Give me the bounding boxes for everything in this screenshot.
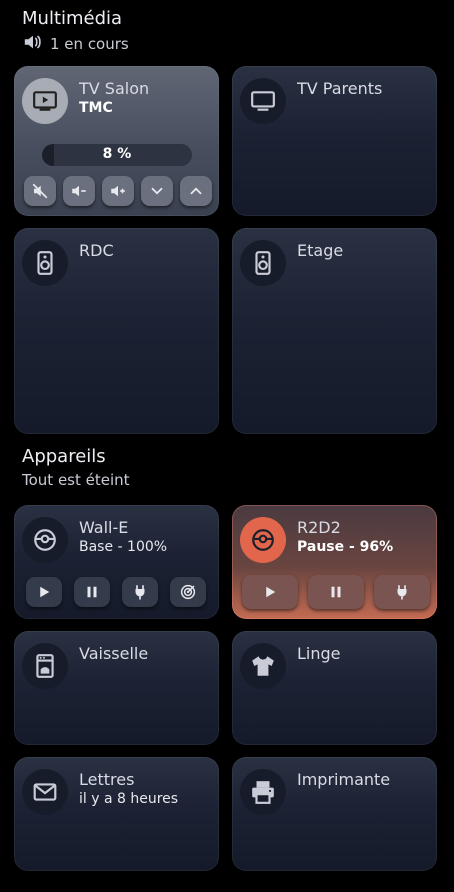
section-title-multimedia: Multimédia bbox=[22, 8, 123, 29]
pause-icon bbox=[87, 586, 97, 598]
tshirt-icon bbox=[252, 656, 274, 676]
tile-status: Base - 100% bbox=[79, 539, 168, 555]
volume-up-button[interactable] bbox=[102, 176, 134, 206]
volume-off-icon bbox=[32, 183, 48, 199]
tile-title: Lettres bbox=[79, 770, 135, 789]
printer-icon bbox=[252, 781, 274, 804]
tile-title: Imprimante bbox=[297, 770, 391, 789]
return-to-base-button[interactable] bbox=[374, 575, 430, 609]
tile-lettres[interactable]: Lettres il y a 8 heures bbox=[14, 757, 219, 871]
dishwasher-icon-circle bbox=[22, 643, 68, 689]
volume-progress-label: 8 % bbox=[102, 146, 132, 162]
plug-icon bbox=[135, 585, 145, 600]
play-icon bbox=[40, 586, 50, 598]
mute-button[interactable] bbox=[24, 176, 56, 206]
tile-rdc[interactable]: RDC bbox=[14, 228, 219, 434]
tile-title: TV Parents bbox=[297, 79, 383, 98]
tile-channel: TMC bbox=[79, 100, 113, 116]
volume-minus-icon bbox=[72, 185, 86, 197]
robot-vacuum-icon-circle bbox=[22, 517, 68, 563]
section-title-appareils: Appareils bbox=[22, 446, 106, 467]
tile-title: RDC bbox=[79, 241, 114, 260]
pause-button[interactable] bbox=[74, 577, 110, 607]
tile-tv-salon[interactable]: TV Salon TMC 8 % bbox=[14, 66, 219, 216]
speaker-icon bbox=[37, 251, 53, 275]
tile-imprimante[interactable]: Imprimante bbox=[232, 757, 437, 871]
play-icon bbox=[266, 586, 276, 598]
play-button[interactable] bbox=[26, 577, 62, 607]
tile-wall-e[interactable]: Wall-E Base - 100% bbox=[14, 505, 219, 619]
tile-title: Wall-E bbox=[79, 518, 129, 537]
tv-play-icon bbox=[33, 91, 57, 111]
tile-vaisselle[interactable]: Vaisselle bbox=[14, 631, 219, 745]
tile-linge[interactable]: Linge bbox=[232, 631, 437, 745]
tile-status: Pause - 96% bbox=[297, 539, 394, 555]
channel-up-button[interactable] bbox=[180, 176, 212, 206]
tile-title: Linge bbox=[297, 644, 341, 663]
tile-last-update: il y a 8 heures bbox=[79, 791, 179, 807]
tv-icon-circle bbox=[240, 78, 286, 124]
tile-r2d2[interactable]: R2D2 Pause - 96% bbox=[232, 505, 437, 619]
speaker-icon-circle bbox=[22, 240, 68, 286]
mail-icon bbox=[33, 783, 57, 801]
channel-down-button[interactable] bbox=[141, 176, 173, 206]
tile-title: Vaisselle bbox=[79, 644, 149, 663]
multimedia-status-text: 1 en cours bbox=[50, 35, 129, 53]
plug-icon bbox=[397, 585, 407, 600]
robot-vacuum-icon bbox=[34, 529, 56, 551]
appareils-status: Tout est éteint bbox=[22, 471, 130, 489]
speaker-icon-circle bbox=[240, 240, 286, 286]
return-to-base-button[interactable] bbox=[122, 577, 158, 607]
pause-button[interactable] bbox=[308, 575, 364, 609]
speaker-icon bbox=[255, 251, 271, 275]
target-icon bbox=[180, 584, 196, 600]
tile-etage[interactable]: Etage bbox=[232, 228, 437, 434]
dishwasher-icon bbox=[36, 654, 54, 678]
printer-icon-circle bbox=[240, 769, 286, 815]
multimedia-status: 1 en cours bbox=[22, 32, 129, 56]
locate-button[interactable] bbox=[170, 577, 206, 607]
tile-tv-parents[interactable]: TV Parents bbox=[232, 66, 437, 216]
tv-play-icon-circle bbox=[22, 78, 68, 124]
volume-down-button[interactable] bbox=[63, 176, 95, 206]
tv-icon bbox=[251, 91, 275, 111]
robot-vacuum-icon bbox=[252, 529, 274, 551]
tshirt-icon-circle bbox=[240, 643, 286, 689]
speaker-volume-icon bbox=[22, 32, 44, 56]
mail-icon-circle bbox=[22, 769, 68, 815]
volume-progress-bar[interactable]: 8 % bbox=[42, 144, 192, 166]
play-button[interactable] bbox=[242, 575, 298, 609]
chevron-up-icon bbox=[190, 187, 202, 195]
chevron-down-icon bbox=[151, 187, 163, 195]
tile-title: R2D2 bbox=[297, 518, 341, 537]
tile-title: Etage bbox=[297, 241, 344, 260]
volume-plus-icon bbox=[111, 185, 125, 197]
pause-icon bbox=[331, 586, 341, 598]
robot-vacuum-icon-circle bbox=[240, 517, 286, 563]
tile-title: TV Salon bbox=[79, 79, 150, 98]
